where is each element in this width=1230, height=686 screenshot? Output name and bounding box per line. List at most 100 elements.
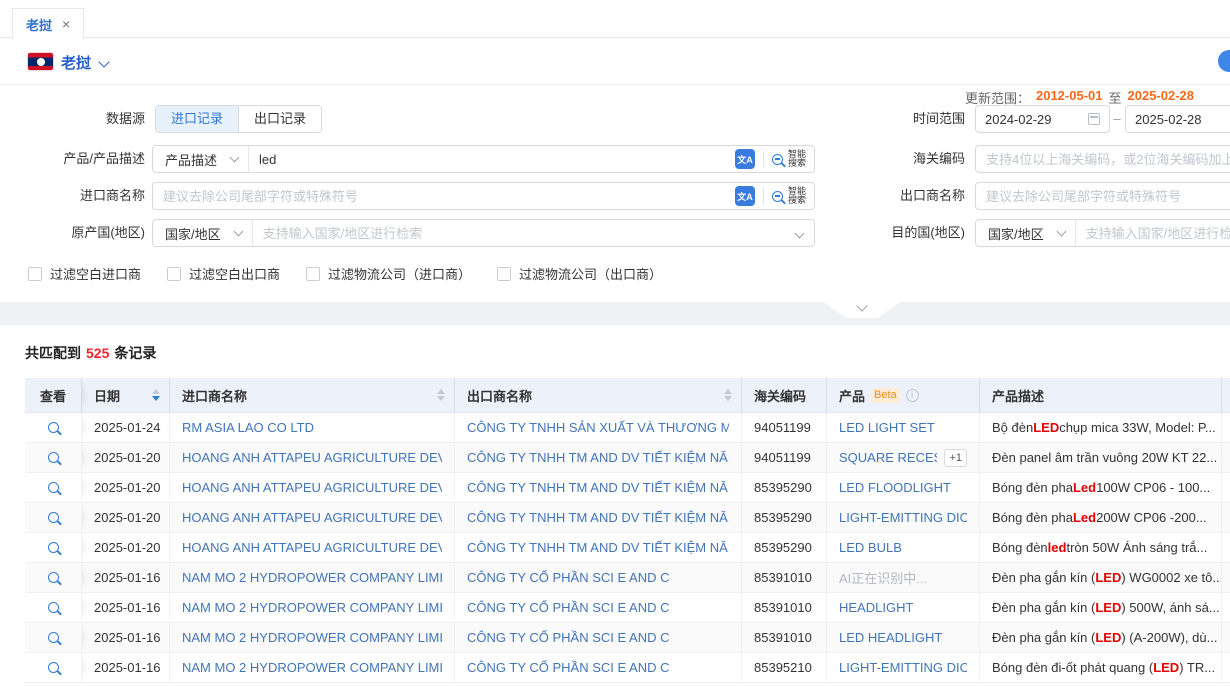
exporter-link[interactable]: CÔNG TY TNHH TM AND DV TIẾT KIỆM NĂ... (467, 540, 729, 555)
sort-descending-icon[interactable] (724, 396, 732, 401)
importer-link[interactable]: NAM MO 2 HYDROPOWER COMPANY LIMI... (182, 660, 442, 675)
exporter-link[interactable]: CÔNG TY CỔ PHẦN SCI E AND C (467, 660, 670, 675)
view-cell[interactable] (25, 473, 82, 502)
product-link[interactable]: LED FLOODLIGHT (839, 480, 951, 495)
overflow-cell (1222, 503, 1230, 532)
product-link[interactable]: LIGHT-EMITTING DIO... (839, 660, 967, 675)
importer-link[interactable]: HOANG ANH ATTAPEU AGRICULTURE DEVE... (182, 480, 442, 495)
product-link[interactable]: LIGHT-EMITTING DIO... (839, 510, 967, 525)
exporter-link[interactable]: CÔNG TY CỔ PHẦN SCI E AND C (467, 570, 670, 585)
checkbox-filter-blank-importer[interactable]: 过滤空白进口商 (28, 264, 141, 283)
end-date-picker[interactable]: 2025-02-28 (1125, 105, 1230, 133)
view-magnifier-icon[interactable] (48, 662, 59, 673)
sort-descending-icon[interactable] (152, 396, 160, 401)
view-magnifier-icon[interactable] (48, 632, 59, 643)
tab-laos[interactable]: 老挝 × (12, 8, 84, 39)
checkbox-filter-blank-exporter[interactable]: 过滤空白出口商 (167, 264, 280, 283)
view-cell[interactable] (25, 653, 82, 682)
sort-ascending-icon[interactable] (437, 389, 445, 394)
column-header-exporter[interactable]: 出口商名称 (455, 378, 742, 412)
exporter-link[interactable]: CÔNG TY TNHH SẢN XUẤT VÀ THƯƠNG M... (467, 420, 729, 435)
chevron-down-icon[interactable] (98, 56, 109, 67)
view-cell[interactable] (25, 623, 82, 652)
destination-country-input[interactable] (1076, 220, 1230, 246)
view-cell[interactable] (25, 533, 82, 562)
view-magnifier-icon[interactable] (48, 422, 59, 433)
importer-link[interactable]: NAM MO 2 HYDROPOWER COMPANY LIMI... (182, 600, 442, 615)
view-magnifier-icon[interactable] (48, 572, 59, 583)
origin-country-input[interactable] (253, 220, 796, 246)
exporter-link[interactable]: CÔNG TY TNHH TM AND DV TIẾT KIỆM NĂ... (467, 450, 729, 465)
exporter-link[interactable]: CÔNG TY TNHH TM AND DV TIẾT KIỆM NĂ... (467, 510, 729, 525)
start-date-picker[interactable]: 2024-02-29 (975, 105, 1110, 133)
close-icon[interactable]: × (62, 17, 70, 31)
view-magnifier-icon[interactable] (48, 542, 59, 553)
exporter-name-input[interactable] (976, 183, 1230, 209)
sort-ascending-icon[interactable] (724, 389, 732, 394)
destination-type-select[interactable]: 国家/地区 (976, 220, 1076, 246)
view-magnifier-icon[interactable] (48, 512, 59, 523)
importer-link[interactable]: HOANG ANH ATTAPEU AGRICULTURE DEVE... (182, 510, 442, 525)
checkbox-icon[interactable] (167, 267, 181, 281)
column-header-overflow (1222, 378, 1230, 412)
importer-link[interactable]: NAM MO 2 HYDROPOWER COMPANY LIMI... (182, 630, 442, 645)
more-products-badge[interactable]: +1 (944, 449, 967, 467)
product-link[interactable]: LED LIGHT SET (839, 420, 935, 435)
column-header-importer[interactable]: 进口商名称 (170, 378, 455, 412)
importer-cell: HOANG ANH ATTAPEU AGRICULTURE DEVE... (170, 503, 455, 532)
filter-checkboxes: 过滤空白进口商 过滤空白出口商 过滤物流公司（进口商） 过滤物流公司（出口商） (28, 264, 662, 283)
view-cell[interactable] (25, 443, 82, 472)
date-cell: 2025-01-20 (82, 503, 170, 532)
view-magnifier-icon[interactable] (48, 602, 59, 613)
import-records-button[interactable]: 进口记录 (156, 106, 238, 132)
checkbox-icon[interactable] (497, 267, 511, 281)
hs-code-input[interactable] (976, 146, 1230, 172)
view-cell[interactable] (25, 563, 82, 592)
product-description-cell: Bóng đèn đi-ốt phát quang (LED) TR... (980, 653, 1222, 682)
product-link[interactable]: SQUARE RECESS... (839, 450, 937, 465)
importer-name-input[interactable] (153, 183, 727, 209)
checkbox-filter-logistics-importer[interactable]: 过滤物流公司（进口商） (306, 264, 471, 283)
laos-flag-icon (28, 53, 53, 70)
product-description-cell: Bóng đèn led tròn 50W Ánh sáng trắ... (980, 533, 1222, 562)
view-magnifier-icon[interactable] (48, 452, 59, 463)
exporter-link[interactable]: CÔNG TY CỔ PHẦN SCI E AND C (467, 600, 670, 615)
description-text: chụp mica 33W, Model: P... (1059, 420, 1216, 435)
overflow-cell (1222, 443, 1230, 472)
sort-control[interactable] (724, 389, 732, 401)
product-search-input[interactable] (249, 146, 727, 172)
column-header-date[interactable]: 日期 (82, 378, 170, 412)
product-type-select[interactable]: 产品描述 (153, 146, 249, 172)
importer-link[interactable]: HOANG ANH ATTAPEU AGRICULTURE DEVE... (182, 540, 442, 555)
exporter-label: 出口商名称 (790, 182, 965, 210)
exporter-link[interactable]: CÔNG TY TNHH TM AND DV TIẾT KIỆM NĂ... (467, 480, 729, 495)
product-link[interactable]: LED HEADLIGHT (839, 630, 942, 645)
sort-ascending-icon[interactable] (152, 389, 160, 394)
hs-code-cell: 85395210 (742, 653, 827, 682)
view-cell[interactable] (25, 413, 82, 442)
view-magnifier-icon[interactable] (48, 482, 59, 493)
view-cell[interactable] (25, 503, 82, 532)
origin-type-select[interactable]: 国家/地区 (153, 220, 253, 246)
description-text: ) 500W, ánh sá... (1121, 600, 1219, 615)
country-selector[interactable]: 老挝 (61, 52, 91, 73)
sort-control[interactable] (152, 389, 160, 401)
translate-icon[interactable]: 文A (735, 186, 755, 206)
export-records-button[interactable]: 出口记录 (238, 106, 321, 132)
floating-assistant-button[interactable] (1218, 50, 1230, 72)
sort-control[interactable] (437, 389, 445, 401)
sort-descending-icon[interactable] (437, 396, 445, 401)
checkbox-filter-logistics-exporter[interactable]: 过滤物流公司（出口商） (497, 264, 662, 283)
info-icon[interactable]: i (906, 389, 919, 402)
exporter-link[interactable]: CÔNG TY CỔ PHẦN SCI E AND C (467, 630, 670, 645)
product-link[interactable]: LED BULB (839, 540, 902, 555)
divider (763, 188, 764, 204)
importer-link[interactable]: RM ASIA LAO CO LTD (182, 420, 314, 435)
translate-icon[interactable]: 文A (735, 149, 755, 169)
checkbox-icon[interactable] (28, 267, 42, 281)
view-cell[interactable] (25, 593, 82, 622)
importer-link[interactable]: HOANG ANH ATTAPEU AGRICULTURE DEVE... (182, 450, 442, 465)
importer-link[interactable]: NAM MO 2 HYDROPOWER COMPANY LIMI... (182, 570, 442, 585)
product-link[interactable]: HEADLIGHT (839, 600, 913, 615)
checkbox-icon[interactable] (306, 267, 320, 281)
